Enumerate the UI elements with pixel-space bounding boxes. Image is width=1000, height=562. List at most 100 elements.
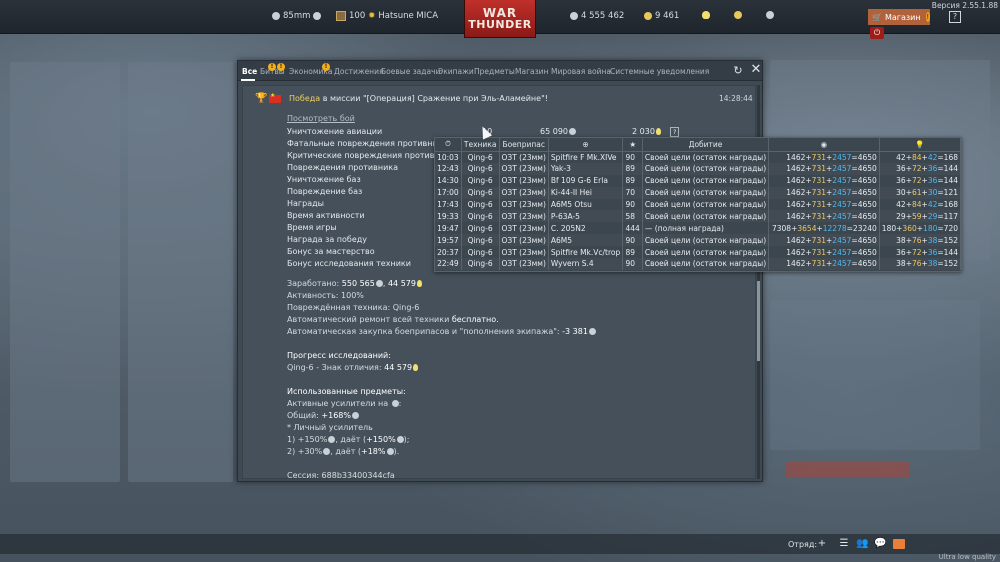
kill-time: 19:33 xyxy=(435,210,462,223)
golden-eagles-balance[interactable]: 9 461 xyxy=(644,11,679,21)
premium-button[interactable] xyxy=(734,11,742,19)
shop-button[interactable]: 🛒 Магазин ! xyxy=(868,9,930,25)
kill-target: Spitfire Mk.Vc/trop xyxy=(548,246,624,259)
table-row: 14:30 Qing-6 ОЗТ (23мм) Bf 109 G-6 Erla 89 Св… xyxy=(435,174,962,187)
top-bar: 85mm 100 ✹ Hatsune MICA WAR THUNDER 4 55… xyxy=(0,0,1000,39)
tab-battle-tasks[interactable]: Боевые задачи xyxy=(381,67,440,76)
clock-icon: ⏱ xyxy=(435,138,462,152)
info-icon[interactable]: ? xyxy=(670,127,680,137)
kill-finish: Своей цели (остаток награды) xyxy=(642,258,770,270)
tab-achievements[interactable]: ! Достижения xyxy=(322,63,383,76)
table-row: 17:43 Qing-6 ОЗТ (23мм) A6M5 Otsu 90 Своей це… xyxy=(435,198,962,211)
shop-notification-icon[interactable]: ⏻ xyxy=(870,27,884,39)
mail-icon[interactable] xyxy=(893,539,905,549)
kill-rp: 36+72+36=144 xyxy=(879,162,962,175)
help-button[interactable]: ? xyxy=(949,11,961,23)
add-squad-member-icon[interactable]: + xyxy=(816,538,828,550)
blurred-left-panel xyxy=(10,62,120,482)
reward-row-label[interactable]: Повреждения противника xyxy=(287,163,398,172)
kill-finish: Своей цели (остаток награды) xyxy=(642,234,770,247)
silver-lions-balance[interactable]: 4 555 462 xyxy=(570,11,624,21)
reward-row-label[interactable]: Уничтожение авиации xyxy=(287,127,382,136)
friends-icon[interactable]: 👥 xyxy=(856,538,868,550)
blurred-battle-button xyxy=(786,462,910,478)
kill-vehicle: Qing-6 xyxy=(461,246,500,259)
tab-all[interactable]: Все xyxy=(242,67,257,76)
kill-finish: Своей цели (остаток награды) xyxy=(642,246,770,259)
shell-icon xyxy=(272,12,280,20)
message-time: 14:28:44 xyxy=(719,94,753,103)
kill-ammo: ОЗТ (23мм) xyxy=(499,162,549,175)
tab-system-notifications[interactable]: Системные уведомления xyxy=(610,67,709,76)
kill-vehicle: Qing-6 xyxy=(461,198,500,211)
kill-points: 90 xyxy=(622,234,643,247)
kill-points: 90 xyxy=(622,258,643,270)
kill-ammo: ОЗТ (23мм) xyxy=(499,186,549,199)
kill-vehicle: Qing-6 xyxy=(461,258,500,270)
kill-target: Bf 109 G-6 Erla xyxy=(548,174,624,187)
kill-time: 20:37 xyxy=(435,246,462,259)
reward-row-label[interactable]: Награды xyxy=(287,199,324,208)
kill-target: A6M5 Otsu xyxy=(548,198,624,211)
game-version: Версия 2.55.1.88 xyxy=(931,1,998,10)
reward-row-label[interactable]: Бонус исследования техники xyxy=(287,259,411,268)
reward-row-label[interactable]: Повреждение баз xyxy=(287,187,362,196)
table-header-row: ⏱ Техника Боеприпас ⊕ ★ Добитие ◉ 💡 xyxy=(435,138,962,152)
kill-finish: Своей цели (остаток награды) xyxy=(642,151,770,163)
kill-ammo: ОЗТ (23мм) xyxy=(499,151,549,163)
column-header-ammo: Боеприпас xyxy=(499,138,549,152)
kill-finish: Своей цели (остаток награды) xyxy=(642,198,770,211)
caliber-value: 85mm xyxy=(283,11,311,21)
research-points-button[interactable] xyxy=(702,11,710,19)
blurred-list-panel xyxy=(128,62,233,482)
kill-time: 17:00 xyxy=(435,186,462,199)
kill-lions: 1462+731+2457=4650 xyxy=(768,246,880,259)
kill-target: A6M5 xyxy=(548,234,624,247)
refresh-icon[interactable]: ↻ xyxy=(732,65,744,77)
player-profile[interactable]: 100 ✹ Hatsune MICA xyxy=(336,11,438,21)
damaged-vehicles-line: Повреждённая техника: Qing-6 xyxy=(287,303,420,312)
lightbulb-icon: 💡 xyxy=(879,138,962,152)
kill-rp: 29+59+29=117 xyxy=(879,210,962,223)
coupons-button[interactable] xyxy=(766,11,774,19)
kill-points: 58 xyxy=(622,210,643,223)
close-icon[interactable]: ✕ xyxy=(750,63,762,76)
kill-points: 444 xyxy=(622,222,643,235)
reward-row-label[interactable]: Бонус за мастерство xyxy=(287,247,375,256)
logo-line-2: THUNDER xyxy=(468,18,532,31)
scrollbar-thumb[interactable] xyxy=(757,281,760,361)
kill-target: P-63A-5 xyxy=(548,210,624,223)
squad-label: Отряд: xyxy=(788,540,818,549)
list-icon[interactable]: ☰ xyxy=(838,538,850,550)
tab-shop[interactable]: Магазин xyxy=(515,67,548,76)
premium-icon xyxy=(734,11,742,19)
kill-time: 19:57 xyxy=(435,234,462,247)
tab-world-war[interactable]: Мировая война xyxy=(551,67,611,76)
reward-row-label[interactable]: Награда за победу xyxy=(287,235,367,244)
war-thunder-logo[interactable]: WAR THUNDER xyxy=(464,0,536,38)
items-title: Использованные предметы: xyxy=(287,387,406,396)
kill-lions: 1462+731+2457=4650 xyxy=(768,186,880,199)
session-id: Сессия: 688b33400344cfa xyxy=(287,471,395,479)
personal-booster-note: * Личный усилитель xyxy=(287,423,373,432)
kill-finish: Своей цели (остаток награды) xyxy=(642,162,770,175)
reward-row-label[interactable]: Фатальные повреждения противника xyxy=(287,139,447,148)
tab-items[interactable]: Предметы xyxy=(474,67,515,76)
quality-label: Ultra low quality xyxy=(938,553,996,561)
reward-row-label[interactable]: Время игры xyxy=(287,223,337,232)
kill-time: 22:49 xyxy=(435,258,462,270)
view-battle-link[interactable]: Посмотреть бой xyxy=(287,114,355,123)
table-row: 17:00 Qing-6 ОЗТ (23мм) Ki-44-II Hei 70 Своей… xyxy=(435,186,962,199)
table-row: 20:37 Qing-6 ОЗТ (23мм) Spitfire Mk.Vc/trop… xyxy=(435,246,962,259)
reward-row-label[interactable]: Уничтожение баз xyxy=(287,175,361,184)
tab-crews[interactable]: Экипажи xyxy=(438,67,474,76)
blurred-right-lower-panel xyxy=(770,300,980,450)
notification-tabs: Все ! Битвы ! Экономика ! Достижения Боевые… xyxy=(238,61,762,81)
table-row: 19:57 Qing-6 ОЗТ (23мм) A6M5 90 Своей цели (о… xyxy=(435,234,962,247)
chat-icon[interactable]: 💬 xyxy=(874,538,886,550)
reward-row-label[interactable]: Критические повреждения противника xyxy=(287,151,455,160)
table-row: 12:43 Qing-6 ОЗТ (23мм) Yak-3 89 Своей цели (… xyxy=(435,162,962,175)
crosshair-icon: ⊕ xyxy=(548,138,624,152)
kill-points: 70 xyxy=(622,186,643,199)
reward-row-label[interactable]: Время активности xyxy=(287,211,365,220)
